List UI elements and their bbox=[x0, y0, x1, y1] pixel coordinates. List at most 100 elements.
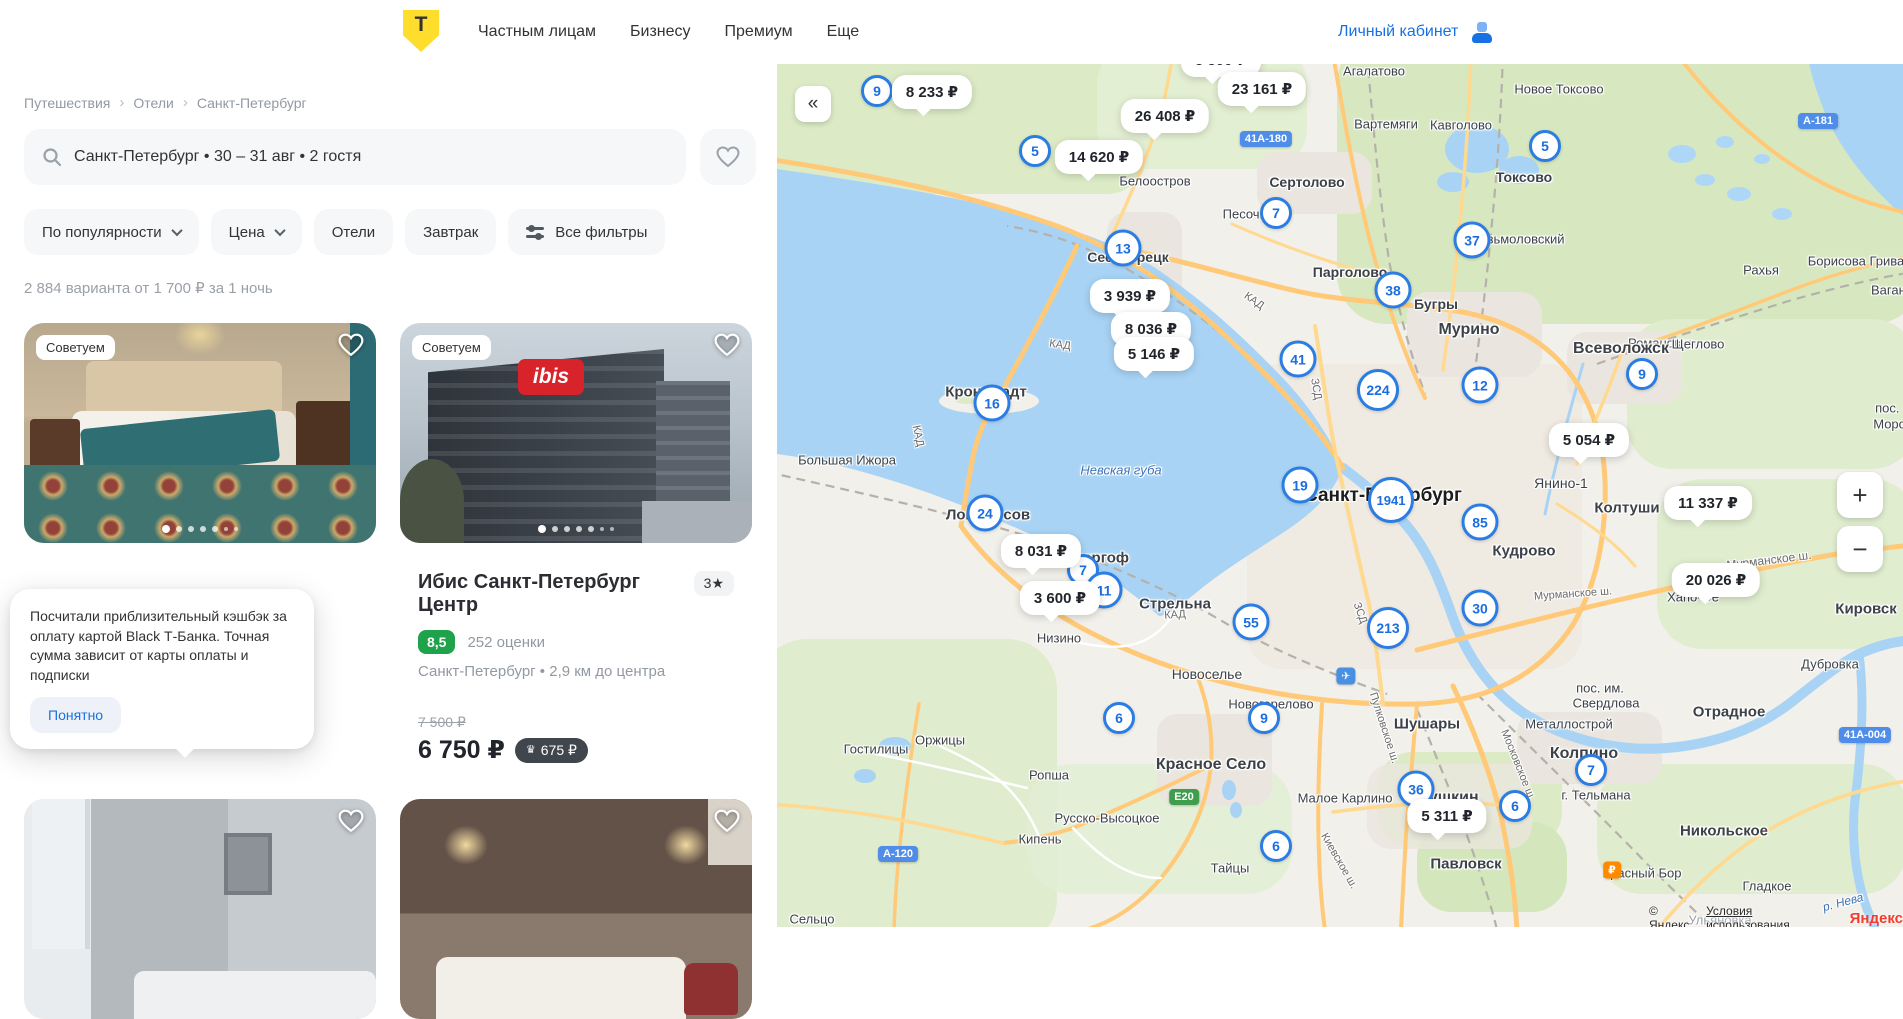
map-cluster[interactable]: 7 bbox=[1575, 754, 1607, 786]
map-price-marker[interactable]: 8 031 ₽ bbox=[1001, 534, 1081, 568]
tbank-logo[interactable]: T bbox=[403, 10, 439, 52]
map-place-label: Ваганово bbox=[1871, 283, 1903, 298]
hotel-card[interactable]: Советуем 5 950 ₽ ♛595 ₽ Посчитали прибли… bbox=[24, 323, 376, 543]
nav-item[interactable]: Премиум bbox=[725, 23, 793, 41]
search-input[interactable]: Санкт-Петербург • 30 – 31 авг • 2 гостя bbox=[24, 129, 686, 185]
map-cluster[interactable]: 38 bbox=[1375, 272, 1412, 309]
account-button[interactable]: Личный кабинет bbox=[1338, 0, 1492, 64]
heart-icon[interactable] bbox=[338, 333, 364, 362]
map-cluster[interactable]: 16 bbox=[974, 385, 1011, 422]
map-price-marker[interactable]: 20 026 ₽ bbox=[1672, 563, 1760, 597]
map-cluster[interactable]: 1941 bbox=[1368, 477, 1414, 523]
map-place-label: Низино bbox=[1037, 631, 1081, 646]
carousel-dot[interactable] bbox=[212, 526, 218, 532]
carousel-dot[interactable] bbox=[588, 526, 594, 532]
hotel-card[interactable]: ibis Советуем Ибис Санкт-Петербург Центр… bbox=[400, 323, 752, 765]
map-place-label: Сертолово bbox=[1269, 174, 1344, 190]
map-place-label: Дубровка bbox=[1801, 657, 1859, 672]
map-price-marker[interactable]: 5 054 ₽ bbox=[1549, 423, 1629, 457]
hotel-photo[interactable]: Советуем bbox=[24, 323, 376, 543]
map-cluster[interactable]: 6 bbox=[1103, 702, 1135, 734]
favorites-button[interactable] bbox=[700, 129, 756, 185]
map-cluster[interactable]: 55 bbox=[1233, 604, 1270, 641]
terms-link[interactable]: Условия использования bbox=[1706, 904, 1836, 927]
map-cluster[interactable]: 30 bbox=[1462, 590, 1499, 627]
map-place-label: Рахья bbox=[1743, 263, 1779, 278]
map-cluster[interactable]: 12 bbox=[1462, 367, 1499, 404]
road-badge: ₽ bbox=[1603, 862, 1621, 879]
carousel-dot[interactable] bbox=[176, 526, 182, 532]
map-price-marker[interactable]: 3 939 ₽ bbox=[1090, 279, 1170, 313]
carousel-dots[interactable] bbox=[400, 525, 752, 533]
map-price-marker[interactable]: 3 600 ₽ bbox=[1020, 581, 1100, 615]
map-cluster[interactable]: 213 bbox=[1367, 607, 1409, 649]
map-cluster[interactable]: 7 bbox=[1260, 197, 1292, 229]
tooltip-text: Посчитали приблизительный кэшбэк за опла… bbox=[30, 607, 294, 685]
nav-item[interactable]: Частным лицам bbox=[478, 23, 596, 41]
carousel-dot[interactable] bbox=[538, 525, 546, 533]
heart-icon[interactable] bbox=[714, 809, 740, 838]
carousel-dot[interactable] bbox=[224, 527, 228, 531]
map-cluster[interactable]: 19 bbox=[1282, 467, 1319, 504]
breadcrumb-item[interactable]: Отели bbox=[133, 95, 173, 111]
zoom-in-button[interactable]: + bbox=[1837, 472, 1883, 518]
map-cluster[interactable]: 6 bbox=[1260, 830, 1292, 862]
heart-icon[interactable] bbox=[714, 333, 740, 362]
zoom-out-button[interactable]: − bbox=[1837, 526, 1883, 572]
map-cluster[interactable]: 224 bbox=[1357, 369, 1399, 411]
filter-chip[interactable]: Цена bbox=[211, 209, 302, 255]
map-cluster[interactable]: 13 bbox=[1105, 230, 1142, 267]
map-cluster[interactable]: 85 bbox=[1462, 504, 1499, 541]
nav-item[interactable]: Еще bbox=[827, 23, 860, 41]
nav-item[interactable]: Бизнесу bbox=[630, 23, 691, 41]
hotel-photo[interactable]: ibis Советуем bbox=[400, 323, 752, 543]
carousel-dots[interactable] bbox=[24, 525, 376, 533]
map-cluster[interactable]: 24 bbox=[967, 495, 1004, 532]
carousel-dot[interactable] bbox=[564, 526, 570, 532]
filter-chip[interactable]: Завтрак bbox=[405, 209, 496, 255]
map-place-label: Большая Ижора bbox=[798, 453, 896, 468]
map-cluster[interactable]: 9 bbox=[1248, 702, 1280, 734]
hotel-photo[interactable] bbox=[400, 799, 752, 1019]
tooltip-ok-button[interactable]: Понятно bbox=[30, 697, 121, 733]
carousel-dot[interactable] bbox=[188, 526, 194, 532]
map-price-marker[interactable]: 26 408 ₽ bbox=[1121, 99, 1209, 133]
carousel-dot[interactable] bbox=[600, 527, 604, 531]
map-price-marker[interactable]: 5 146 ₽ bbox=[1114, 337, 1194, 371]
map-collapse-button[interactable]: « bbox=[795, 86, 831, 122]
map-price-marker[interactable]: 5 311 ₽ bbox=[1407, 799, 1486, 833]
hotel-card[interactable] bbox=[400, 799, 752, 1019]
carousel-dot[interactable] bbox=[552, 526, 558, 532]
map-price-marker[interactable]: 14 620 ₽ bbox=[1055, 140, 1143, 174]
map-place-label: Всеволожск bbox=[1573, 340, 1669, 358]
map-place-label: Новоселье bbox=[1172, 666, 1243, 682]
carousel-dot[interactable] bbox=[610, 527, 614, 531]
hotel-title[interactable]: Ибис Санкт-Петербург Центр bbox=[418, 571, 694, 617]
breadcrumb-item[interactable]: Путешествия bbox=[24, 95, 110, 111]
cashback-tooltip: Посчитали приблизительный кэшбэк за опла… bbox=[10, 589, 314, 749]
map-cluster[interactable]: 5 bbox=[1019, 135, 1051, 167]
yandex-logo[interactable]: Яндекс bbox=[1850, 910, 1903, 927]
filter-chip[interactable]: Отели bbox=[314, 209, 393, 255]
map-cluster[interactable]: 37 bbox=[1454, 222, 1491, 259]
filter-chip[interactable]: По популярности bbox=[24, 209, 199, 255]
map-cluster[interactable]: 41 bbox=[1280, 341, 1317, 378]
hotel-card[interactable] bbox=[24, 799, 376, 1019]
carousel-dot[interactable] bbox=[162, 525, 170, 533]
carousel-dot[interactable] bbox=[576, 526, 582, 532]
map-price-marker[interactable]: 8 233 ₽ bbox=[892, 75, 972, 109]
filter-chip[interactable]: Все фильтры bbox=[508, 209, 665, 255]
carousel-dot[interactable] bbox=[200, 526, 206, 532]
map-cluster[interactable]: 6 bbox=[1499, 790, 1531, 822]
carousel-dot[interactable] bbox=[234, 527, 238, 531]
map-price-marker[interactable]: 23 161 ₽ bbox=[1218, 72, 1306, 106]
heart-icon[interactable] bbox=[338, 809, 364, 838]
map-cluster[interactable]: 9 bbox=[1626, 358, 1658, 390]
map-cluster[interactable]: 5 bbox=[1529, 130, 1561, 162]
map-cluster[interactable]: 9 bbox=[861, 75, 893, 107]
hotel-photo[interactable] bbox=[24, 799, 376, 1019]
map[interactable]: « + − АгалатовоНовое ТоксовоВартемягиКав… bbox=[777, 64, 1903, 927]
road-badge: ✈ bbox=[1336, 668, 1355, 685]
rating-badge: 8,5 bbox=[418, 630, 455, 654]
map-price-marker[interactable]: 11 337 ₽ bbox=[1664, 486, 1752, 520]
